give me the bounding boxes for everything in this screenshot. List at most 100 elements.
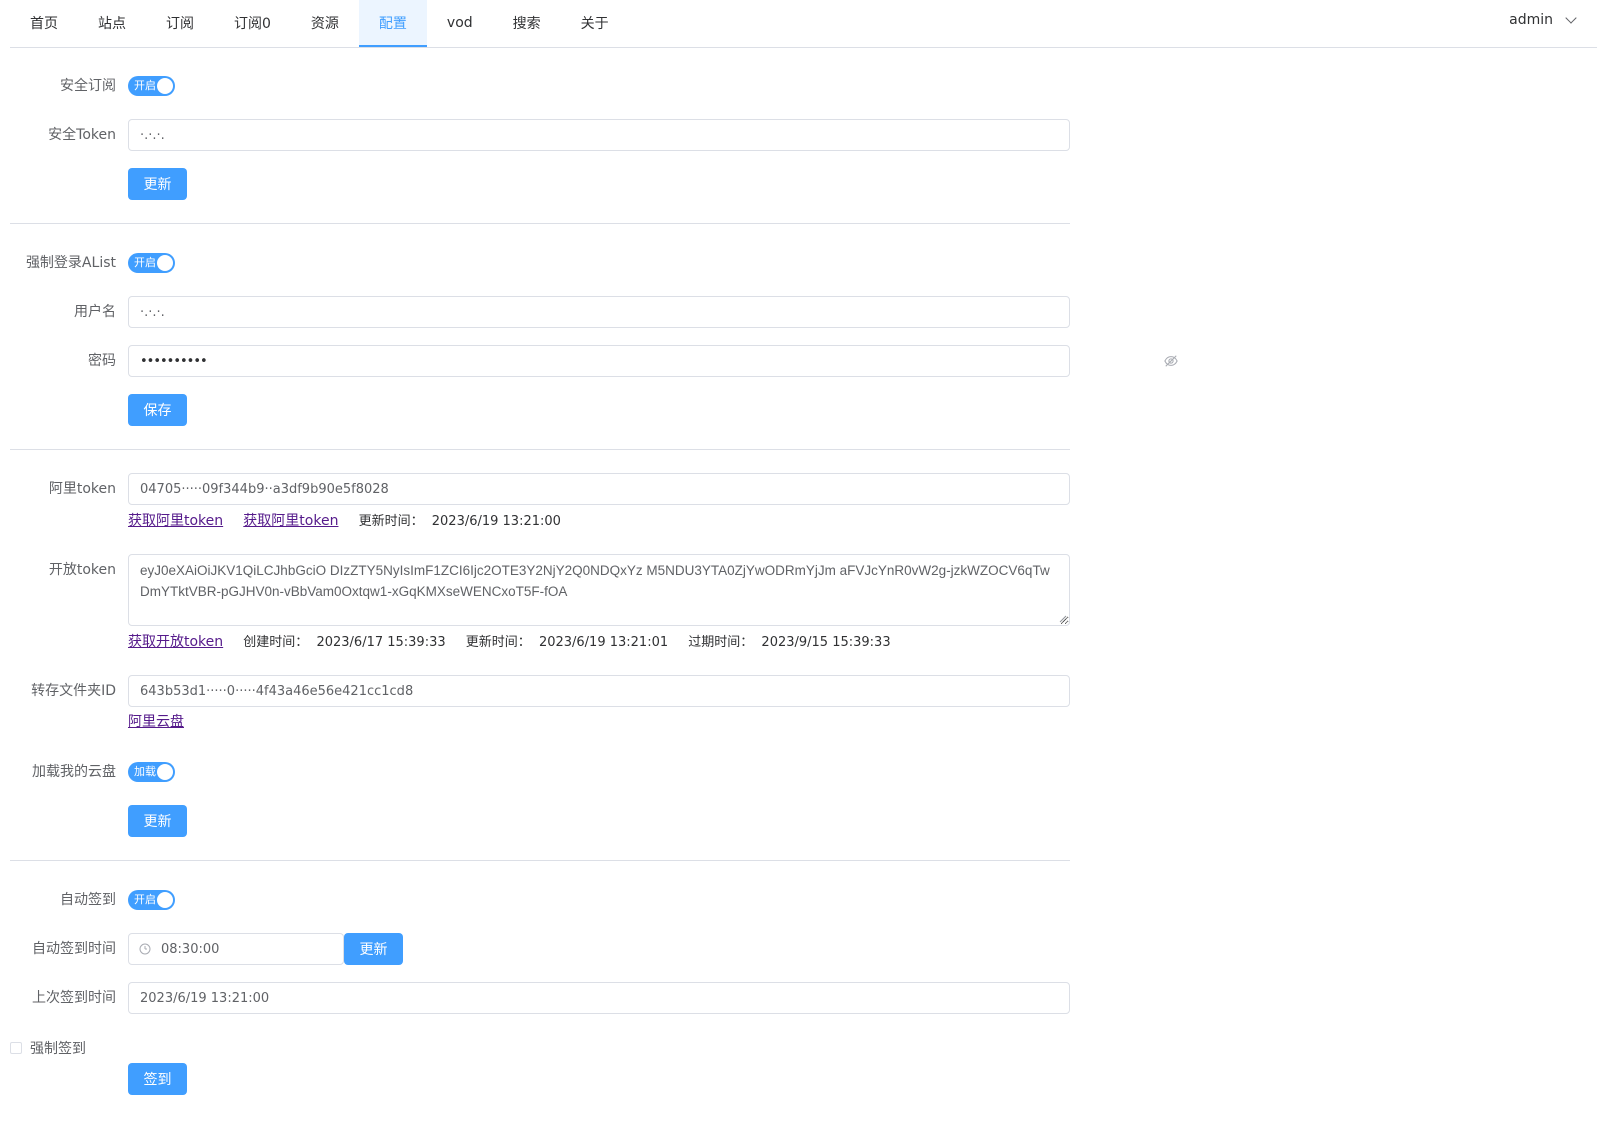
mount-drive-label: 加载我的云盘 [32,764,116,780]
section-divider [10,449,1070,450]
checkin-time-update-button[interactable]: 更新 [344,933,403,965]
get-ali-token-link[interactable]: 获取阿里token [128,513,223,529]
secure-token-input[interactable]: ·.·.·. [128,119,1070,151]
alist-save-row: 保存 [10,394,1070,426]
switch-knob [157,255,173,271]
folder-id-label: 转存文件夹ID [31,683,116,699]
ali-token-value: 04705·····09f344b9··a3df9b90e5f8028 [140,481,389,497]
auto-checkin-switch[interactable]: 开启 [128,890,175,910]
user-menu[interactable]: admin [1509,0,1577,40]
checkin-time-value: 08:30:00 [161,941,220,957]
get-open-token-link[interactable]: 获取开放token [128,634,223,650]
open-token-row: 开放token eyJ0eXAiOiJKV1QiLCJhbGciO DIzZTY… [10,554,1070,626]
folder-id-value: 643b53d1·····0·····4f43a46e56e421cc1cd8 [140,683,414,699]
checkin-time-label: 自动签到时间 [32,941,116,957]
mount-drive-switch[interactable]: 加载 [128,762,175,782]
nav-item-home[interactable]: 首页 [10,0,78,47]
nav-item-vod[interactable]: vod [427,0,493,47]
switch-text: 开启 [134,256,156,269]
ali-token-meta-row: 获取阿里token 获取阿里token 更新时间： 2023/6/19 13:2… [10,511,1070,531]
resize-handle-icon[interactable] [1059,615,1067,623]
last-checkin-value: 2023/6/19 13:21:00 [140,990,270,1006]
aliyun-drive-link[interactable]: 阿里云盘 [128,714,184,730]
checkin-time-row: 自动签到时间 08:30:00 更新 [10,933,1070,965]
ali-token-meta: 获取阿里token 获取阿里token 更新时间： 2023/6/19 13:2… [128,511,577,532]
password-value: •••••••••• [140,353,208,369]
switch-knob [157,764,173,780]
checkin-time-picker[interactable]: 08:30:00 [128,933,344,965]
nav-item-search[interactable]: 搜索 [493,0,561,47]
password-row: 密码 •••••••••• [10,345,1178,377]
password-input[interactable]: •••••••••• [128,345,1070,377]
ali-token-row: 阿里token 04705·····09f344b9··a3df9b90e5f8… [10,473,1070,505]
username-row: 用户名 ·.·.·. [10,296,1070,328]
ali-token-input[interactable]: 04705·····09f344b9··a3df9b90e5f8028 [128,473,1070,505]
alist-login-row: 强制登录AList 开启 [10,247,1070,279]
force-checkin-checkbox[interactable] [10,1042,22,1054]
open-token-textarea[interactable]: eyJ0eXAiOiJKV1QiLCJhbGciO DIzZTY5NyIsImF… [128,554,1070,626]
nav-item-resources[interactable]: 资源 [291,0,359,47]
open-token-meta: 获取开放token 创建时间： 2023/6/17 15:39:33 更新时间：… [128,632,907,653]
alist-login-switch[interactable]: 开启 [128,253,175,273]
secure-update-row: 更新 [10,168,1070,200]
alist-login-label: 强制登录AList [25,255,116,271]
alist-save-button[interactable]: 保存 [128,394,187,426]
force-checkin-label[interactable]: 强制签到 [30,1038,86,1058]
last-checkin-label: 上次签到时间 [32,990,116,1006]
eye-off-icon[interactable] [1164,354,1178,368]
nav-item-sites[interactable]: 站点 [78,0,146,47]
secure-token-value: ·.·.·. [140,127,165,143]
username-label: 用户名 [74,304,116,320]
top-navigation: 首页 站点 订阅 订阅0 资源 配置 vod 搜索 关于 admin [10,0,1597,48]
secure-subscription-row: 安全订阅 开启 [10,70,1070,102]
nav-menu: 首页 站点 订阅 订阅0 资源 配置 vod 搜索 关于 [10,0,629,48]
open-update-time-value: 2023/6/19 13:21:01 [538,635,669,650]
nav-item-subscriptions[interactable]: 订阅 [146,0,214,47]
last-checkin-input[interactable]: 2023/6/19 13:21:00 [128,982,1070,1014]
auto-checkin-label: 自动签到 [60,892,116,908]
chevron-down-icon [1565,12,1577,24]
mount-drive-row: 加载我的云盘 加载 [10,756,1070,788]
section-divider [10,223,1070,224]
last-checkin-row: 上次签到时间 2023/6/19 13:21:00 [10,982,1070,1014]
get-ali-token-link-2[interactable]: 获取阿里token [243,513,338,529]
username: admin [1509,12,1553,28]
nav-item-config[interactable]: 配置 [358,0,427,47]
expire-time-value: 2023/9/15 15:39:33 [761,635,891,650]
update-time-value: 2023/6/19 13:21:00 [431,514,561,529]
password-label: 密码 [88,353,116,369]
created-time-label: 创建时间： [243,635,309,650]
secure-token-row: 安全Token ·.·.·. [10,119,1070,151]
aliyun-update-row: 更新 [10,805,1070,837]
section-divider [10,860,1070,861]
open-update-time-label: 更新时间： [465,635,531,650]
switch-knob [157,892,173,908]
update-time-label: 更新时间： [358,514,424,529]
expire-time-label: 过期时间： [688,635,754,650]
secure-token-label: 安全Token [48,127,116,143]
nav-item-about[interactable]: 关于 [561,0,629,47]
checkin-button[interactable]: 签到 [128,1063,187,1095]
nav-item-subscriptions0[interactable]: 订阅0 [214,0,291,47]
switch-knob [157,78,173,94]
clock-icon [139,943,151,955]
folder-id-row: 转存文件夹ID 643b53d1·····0·····4f43a46e56e42… [10,675,1070,707]
open-token-label: 开放token [48,562,116,578]
secure-subscription-switch[interactable]: 开启 [128,76,175,96]
force-checkin-row: 强制签到 [10,1038,86,1058]
checkin-button-row: 签到 [10,1063,1070,1095]
open-token-meta-row: 获取开放token 创建时间： 2023/6/17 15:39:33 更新时间：… [10,632,1070,652]
aliyun-update-button[interactable]: 更新 [128,805,187,837]
ali-token-label: 阿里token [48,481,116,497]
secure-subscription-label: 安全订阅 [60,78,116,94]
username-input[interactable]: ·.·.·. [128,296,1070,328]
secure-update-button[interactable]: 更新 [128,168,187,200]
open-token-value: eyJ0eXAiOiJKV1QiLCJhbGciO DIzZTY5NyIsImF… [140,563,1050,599]
username-value: ·.·.·. [140,304,165,320]
switch-text: 加载 [134,765,156,778]
created-time-value: 2023/6/17 15:39:33 [316,635,446,650]
auto-checkin-row: 自动签到 开启 [10,884,1070,916]
switch-text: 开启 [134,79,156,92]
folder-id-input[interactable]: 643b53d1·····0·····4f43a46e56e421cc1cd8 [128,675,1070,707]
switch-text: 开启 [134,893,156,906]
